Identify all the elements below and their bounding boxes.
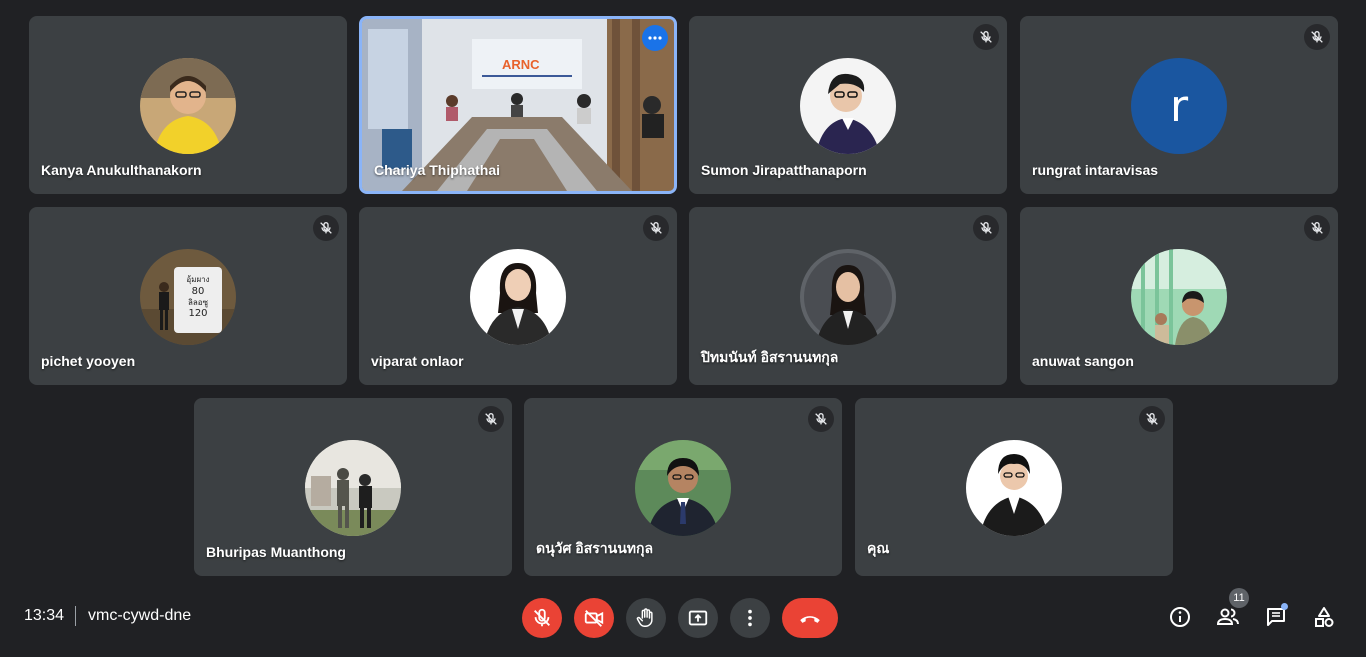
avatar: อุ้มผาง 80 ลิลอซู 120 bbox=[140, 249, 236, 345]
chat-unread-dot bbox=[1281, 603, 1288, 610]
mic-off-icon bbox=[1311, 221, 1323, 234]
participant-tile-anuwat[interactable]: anuwat sangon bbox=[1020, 207, 1338, 385]
avatar bbox=[305, 440, 401, 536]
participant-tile-chariya[interactable]: ARNC Chariya Thiphathai bbox=[359, 16, 677, 194]
mic-off-icon bbox=[485, 412, 497, 425]
mic-off-indicator bbox=[973, 24, 999, 50]
hand-icon bbox=[636, 608, 653, 627]
mic-off-icon bbox=[980, 30, 992, 43]
participant-name: pichet yooyen bbox=[41, 353, 136, 369]
mic-toggle-button[interactable] bbox=[522, 598, 562, 638]
mic-off-icon bbox=[534, 608, 550, 627]
avatar bbox=[470, 249, 566, 345]
more-options-button[interactable] bbox=[730, 598, 770, 638]
mic-off-indicator bbox=[1304, 24, 1330, 50]
activities-icon bbox=[1315, 607, 1334, 627]
meeting-code: vmc-cywd-dne bbox=[88, 607, 192, 624]
avatar bbox=[1131, 249, 1227, 345]
participant-name: Bhuripas Muanthong bbox=[206, 544, 346, 560]
avatar bbox=[800, 58, 896, 154]
svg-text:ลิลอซู: ลิลอซู bbox=[188, 298, 209, 308]
avatar-initial: r bbox=[1131, 58, 1227, 154]
info-icon bbox=[1170, 607, 1190, 627]
mic-off-icon bbox=[980, 221, 992, 234]
participant-name: Sumon Jirapatthanaporn bbox=[701, 162, 867, 178]
svg-text:80: 80 bbox=[192, 286, 205, 297]
mic-off-icon bbox=[320, 221, 332, 234]
participant-name: คุณ bbox=[867, 540, 890, 556]
participant-tile-kanya[interactable]: Kanya Anukulthanakorn bbox=[29, 16, 347, 194]
meeting-info-button[interactable] bbox=[1167, 604, 1193, 630]
svg-text:อุ้มผาง: อุ้มผาง bbox=[186, 275, 209, 284]
mic-off-icon bbox=[650, 221, 662, 234]
svg-text:120: 120 bbox=[188, 308, 207, 319]
camera-toggle-button[interactable] bbox=[574, 598, 614, 638]
present-button[interactable] bbox=[678, 598, 718, 638]
present-screen-icon bbox=[688, 610, 708, 626]
participant-name: rungrat intaravisas bbox=[1032, 162, 1159, 178]
people-icon bbox=[1216, 608, 1239, 625]
people-count-badge: 11 bbox=[1229, 588, 1249, 608]
meeting-time: 13:34 bbox=[24, 607, 65, 624]
participant-name: Chariya Thiphathai bbox=[374, 162, 501, 178]
activities-button[interactable] bbox=[1311, 604, 1337, 630]
more-vert-icon bbox=[748, 609, 752, 627]
mic-off-indicator bbox=[973, 215, 999, 241]
mic-off-indicator bbox=[643, 215, 669, 241]
mic-off-icon bbox=[815, 412, 827, 425]
raise-hand-button[interactable] bbox=[626, 598, 666, 638]
participant-tile-rungrat[interactable]: r rungrat intaravisas bbox=[1020, 16, 1338, 194]
avatar bbox=[140, 58, 236, 154]
avatar bbox=[800, 249, 896, 345]
participant-name: viparat onlaor bbox=[371, 353, 464, 369]
participant-tile-bhuripas[interactable]: Bhuripas Muanthong bbox=[194, 398, 512, 576]
participant-tile-self[interactable]: คุณ bbox=[855, 398, 1173, 576]
divider bbox=[75, 606, 76, 626]
more-horiz-icon bbox=[648, 36, 662, 40]
participant-tile-viparat[interactable]: viparat onlaor bbox=[359, 207, 677, 385]
participant-name: ดนุวัศ อิสรานนทกุล bbox=[536, 540, 654, 556]
videocam-off-icon bbox=[584, 610, 604, 627]
mic-off-icon bbox=[1146, 412, 1158, 425]
leave-call-button[interactable] bbox=[782, 598, 838, 638]
participant-tile-sumon[interactable]: Sumon Jirapatthanaporn bbox=[689, 16, 1007, 194]
participant-name: Kanya Anukulthanakorn bbox=[41, 162, 202, 178]
mic-off-indicator bbox=[1139, 406, 1165, 432]
participant-tile-danuwat[interactable]: ดนุวัศ อิสรานนทกุล bbox=[524, 398, 842, 576]
participant-options-button[interactable] bbox=[642, 25, 668, 51]
participant-name: anuwat sangon bbox=[1032, 353, 1134, 369]
mic-off-indicator bbox=[313, 215, 339, 241]
participant-tile-pichet[interactable]: อุ้มผาง 80 ลิลอซู 120 pichet yooyen bbox=[29, 207, 347, 385]
mic-off-indicator bbox=[1304, 215, 1330, 241]
avatar bbox=[635, 440, 731, 536]
mic-off-indicator bbox=[808, 406, 834, 432]
mic-off-icon bbox=[1311, 30, 1323, 43]
arnc-banner: ARNC bbox=[502, 57, 540, 72]
participant-tile-pithamanan[interactable]: ปิทมนันท์ อิสรานนทกุล bbox=[689, 207, 1007, 385]
avatar bbox=[966, 440, 1062, 536]
call-end-icon bbox=[800, 616, 820, 623]
participant-name: ปิทมนันท์ อิสรานนทกุล bbox=[701, 349, 839, 365]
mic-off-indicator bbox=[478, 406, 504, 432]
